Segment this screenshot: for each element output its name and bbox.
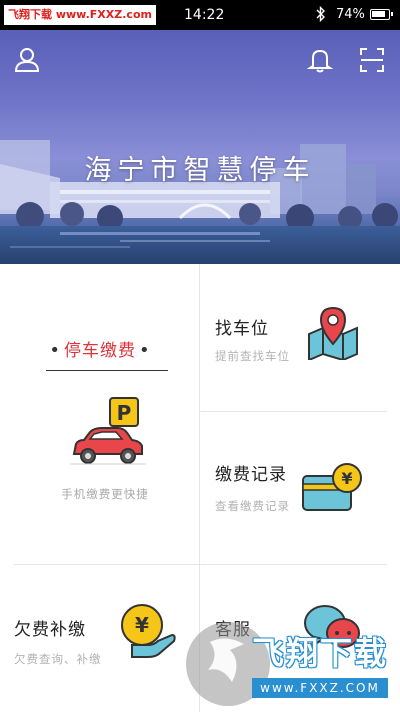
hand-coin-icon: ¥: [121, 604, 176, 658]
parking-payment-title: • 停车缴费 •: [49, 340, 151, 361]
payment-record-tile[interactable]: 缴费记录 查看缴费记录 ¥: [201, 412, 387, 564]
payment-record-subtitle: 查看缴费记录: [215, 499, 290, 513]
battery-percent: 74%: [336, 7, 365, 22]
status-bar: 飞翔下载 www.FXXZ.com 14:22 74%: [0, 0, 400, 30]
map-pin-icon: [308, 306, 358, 360]
arrears-payment-subtitle: 欠费查询、补缴: [14, 652, 102, 666]
parking-payment-subtitle: 手机缴费更快捷: [61, 487, 149, 501]
header-banner: 海宁市智慧停车: [0, 30, 400, 264]
find-parking-tile[interactable]: 找车位 提前查找车位: [201, 264, 387, 412]
watermark-brand-text: 飞翔下载: [252, 634, 389, 672]
page-title: 海宁市智慧停车: [84, 155, 316, 186]
card-coin-icon: ¥: [302, 463, 362, 511]
parking-car-icon: P: [70, 397, 146, 465]
bell-icon[interactable]: [306, 46, 334, 74]
scan-icon[interactable]: [358, 46, 386, 74]
arrears-payment-tile[interactable]: 欠费补缴 欠费查询、补缴 ¥: [14, 564, 200, 712]
payment-record-title: 缴费记录: [215, 465, 287, 485]
arrears-payment-title: 欠费补缴: [14, 620, 86, 640]
download-site-watermark: 飞翔下载 www.FXXZ.COM: [186, 606, 400, 712]
battery-icon: [370, 9, 393, 20]
find-parking-subtitle: 提前查找车位: [215, 349, 290, 363]
parking-payment-tile[interactable]: • 停车缴费 • P 手机缴费更快捷: [0, 264, 200, 564]
title-underline: [46, 370, 168, 371]
status-time: 14:22: [184, 7, 225, 23]
arrears-coin-symbol: ¥: [135, 613, 149, 637]
watermark-badge: 飞翔下载 www.FXXZ.com: [4, 5, 156, 25]
user-icon[interactable]: [13, 46, 41, 74]
record-coin-symbol: ¥: [341, 469, 352, 488]
parking-badge-letter: P: [117, 401, 132, 425]
bluetooth-icon: [316, 5, 326, 28]
watermark-url: www.FXXZ.COM: [252, 678, 388, 698]
watermark-badge-text: 飞翔下载 www.FXXZ.com: [8, 8, 152, 21]
find-parking-title: 找车位: [215, 319, 269, 339]
